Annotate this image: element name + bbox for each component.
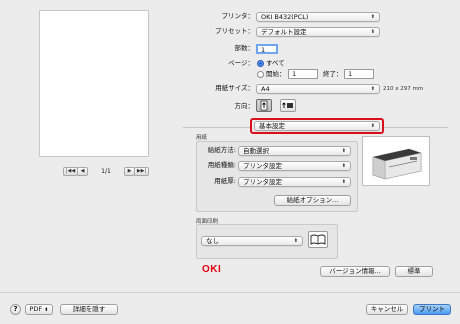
print-preview [39, 10, 149, 157]
paper-source-value: 自動選択 [243, 147, 269, 155]
print-button[interactable]: プリント [413, 304, 451, 315]
pdf-menu-button[interactable]: PDF ⬍ [25, 304, 53, 315]
divider [183, 127, 250, 128]
paper-type-value: プリンタ設定 [243, 162, 282, 170]
pages-from-field[interactable]: 1 [288, 69, 318, 79]
paper-source-select[interactable]: 自動選択 ⬍ [238, 146, 351, 156]
paper-size-value: A4 [261, 85, 270, 93]
landscape-icon [282, 102, 293, 108]
pages-all-label: すべて [266, 59, 285, 67]
paper-group-title: 用紙 [196, 135, 208, 141]
pdf-label: PDF [29, 305, 43, 313]
paper-size-label: 用紙サイズ： [215, 84, 254, 92]
version-info-button[interactable]: バージョン情報... [320, 266, 390, 277]
footer-divider [0, 292, 460, 293]
updown-arrow-icon: ⬍ [370, 86, 375, 92]
hide-details-button[interactable]: 詳細を隠す [60, 304, 118, 315]
divider [384, 127, 448, 128]
portrait-orientation-button[interactable] [256, 99, 272, 112]
paper-weight-select[interactable]: プリンタ設定 ⬍ [238, 177, 351, 187]
last-page-button[interactable]: ▶▶| [134, 167, 149, 176]
paper-type-select[interactable]: プリンタ設定 ⬍ [238, 161, 351, 171]
pages-from-label: 開始： [266, 70, 286, 78]
printer-label: プリンタ： [221, 12, 255, 20]
landscape-orientation-button[interactable] [280, 99, 296, 112]
open-book-icon [310, 234, 326, 245]
updown-arrow-icon: ⬍ [293, 238, 298, 244]
updown-arrow-icon: ⬍ [370, 14, 375, 20]
section-select[interactable]: 基本設定 ⬍ [254, 121, 380, 131]
updown-arrow-icon: ⬍ [370, 29, 375, 35]
paper-size-select[interactable]: A4 ⬍ [256, 84, 380, 94]
pages-to-label: 終了： [323, 70, 343, 78]
paper-weight-value: プリンタ設定 [243, 178, 282, 186]
pages-to-field[interactable]: 1 [344, 69, 374, 79]
pages-all-radio[interactable] [257, 60, 264, 67]
updown-arrow-icon: ⬍ [341, 163, 346, 169]
copies-field[interactable]: 1 [256, 44, 278, 54]
duplex-select[interactable]: なし ⬍ [201, 236, 303, 246]
copies-label: 部数： [234, 44, 255, 52]
paper-type-label: 用紙種類: [207, 161, 236, 169]
help-button[interactable]: ? [10, 304, 21, 315]
printer-value: OKI B432(PCL) [261, 13, 309, 21]
duplex-preview [308, 231, 328, 248]
standard-button[interactable]: 標準 [395, 266, 433, 277]
first-page-button[interactable]: |◀◀ [63, 167, 78, 176]
pages-label: ページ： [228, 59, 254, 67]
paper-weight-label: 用紙厚: [214, 177, 236, 185]
updown-arrow-icon: ⬍ [341, 148, 346, 154]
updown-arrow-icon: ⬍ [370, 123, 375, 129]
preset-value: デフォルト設定 [261, 28, 307, 36]
page-indicator: 1/1 [101, 168, 111, 175]
oki-logo: OKI [202, 264, 222, 275]
paper-dimensions: 210 x 297 mm [383, 86, 424, 92]
prev-page-button[interactable]: ◀ [77, 167, 88, 176]
printer-icon [372, 148, 422, 180]
paper-options-button[interactable]: 給紙オプション... [274, 195, 351, 206]
updown-arrow-icon: ⬍ [44, 307, 49, 313]
section-value: 基本設定 [259, 122, 285, 130]
preview-pager: |◀◀ ◀ 1/1 ▶ ▶▶| [63, 167, 153, 177]
duplex-value: なし [206, 237, 219, 245]
printer-image [362, 136, 430, 186]
preset-select[interactable]: デフォルト設定 ⬍ [256, 27, 380, 37]
pages-range-radio[interactable] [257, 71, 264, 78]
orientation-label: 方向： [234, 102, 255, 110]
printer-select[interactable]: OKI B432(PCL) ⬍ [256, 12, 380, 22]
portrait-icon [260, 100, 268, 111]
updown-arrow-icon: ⬍ [341, 179, 346, 185]
preset-label: プリセット： [215, 27, 254, 35]
paper-source-label: 給紙方法: [207, 146, 236, 154]
cancel-button[interactable]: キャンセル [366, 304, 408, 315]
